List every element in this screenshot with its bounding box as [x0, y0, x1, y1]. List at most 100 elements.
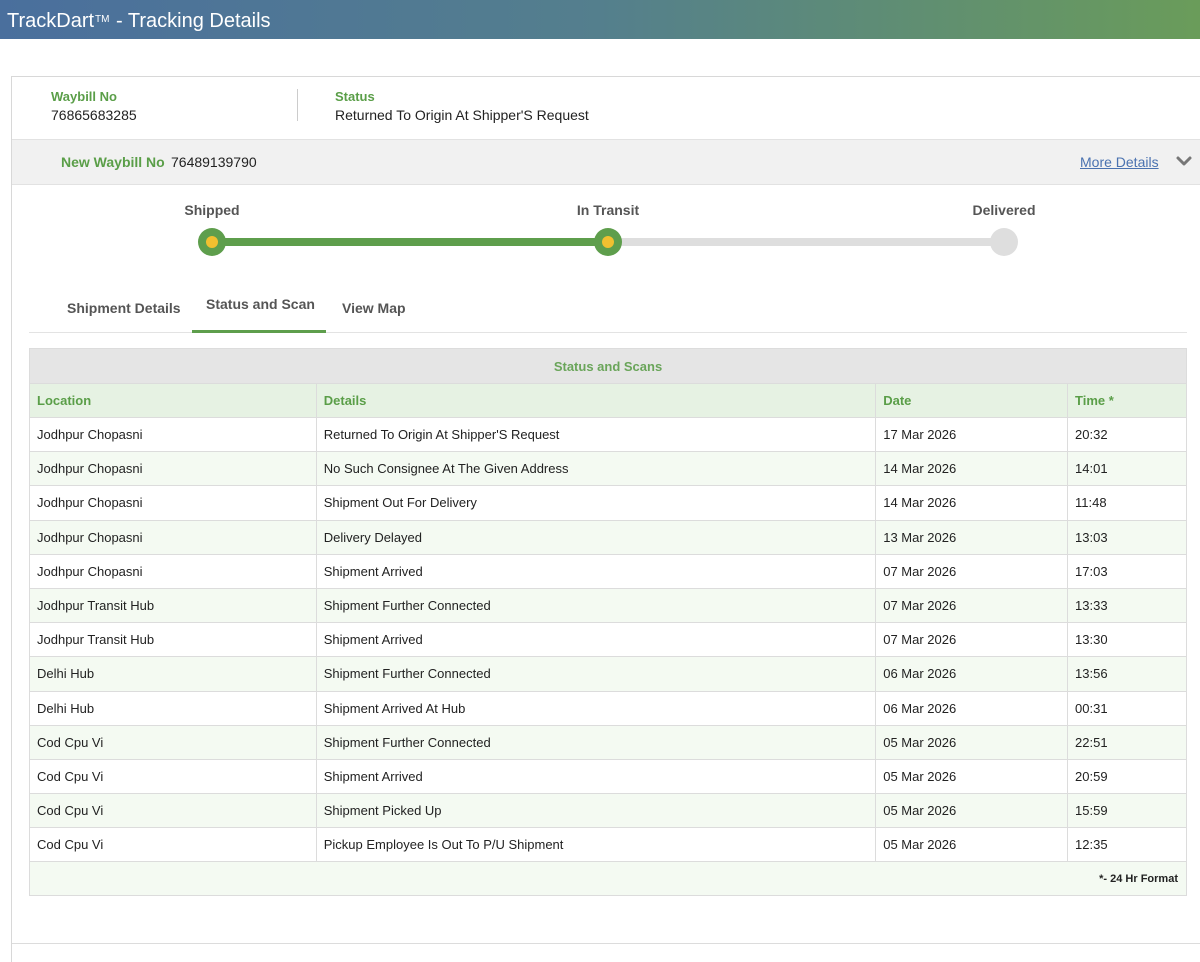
column-header-date: Date	[875, 383, 1069, 418]
cell-date: 07 Mar 2026	[875, 553, 1069, 589]
cell-location: Jodhpur Chopasni	[29, 519, 317, 555]
tracking-card: Waybill No 76865683285 Status Returned T…	[11, 76, 1200, 962]
cell-time: 22:51	[1067, 724, 1187, 760]
cell-date: 05 Mar 2026	[875, 724, 1069, 760]
cell-details: Shipment Arrived	[315, 553, 877, 589]
new-waybill-label: New Waybill No	[61, 154, 165, 170]
more-details-link[interactable]: More Details	[1080, 154, 1159, 170]
new-waybill-value: 76489139790	[171, 154, 257, 170]
cell-date: 14 Mar 2026	[875, 485, 1069, 521]
cell-details: Shipment Further Connected	[315, 656, 877, 692]
column-header-time: Time *	[1067, 383, 1187, 418]
column-header-location: Location	[29, 383, 317, 418]
table-row: Jodhpur Chopasni Shipment Out For Deliver…	[29, 485, 1187, 521]
table-footer-row: *- 24 Hr Format	[29, 861, 1187, 897]
cell-time: 13:56	[1067, 656, 1187, 692]
cell-date: 17 Mar 2026	[875, 416, 1069, 453]
table-row: Jodhpur Chopasni Delivery Delayed 13 Mar 2…	[29, 519, 1187, 555]
cell-time: 12:35	[1067, 827, 1187, 863]
cell-details: Shipment Further Connected	[315, 587, 877, 624]
cell-location: Cod Cpu Vi	[29, 758, 317, 795]
cell-time: 13:03	[1067, 519, 1187, 555]
cell-date: 07 Mar 2026	[875, 622, 1069, 658]
tab-view-map[interactable]: View Map	[327, 285, 427, 333]
cell-location: Cod Cpu Vi	[29, 793, 317, 829]
cell-details: Pickup Employee Is Out To P/U Shipment	[315, 827, 877, 863]
time-format-note: *- 24 Hr Format	[29, 861, 1187, 897]
app-title-bar: TrackDartTM - Tracking Details	[0, 0, 1200, 39]
cell-location: Jodhpur Chopasni	[29, 553, 317, 589]
cell-time: 11:48	[1067, 485, 1187, 521]
cell-date: 05 Mar 2026	[875, 827, 1069, 863]
cell-time: 00:31	[1067, 690, 1187, 726]
summary-row: Waybill No 76865683285 Status Returned T…	[12, 77, 1200, 139]
detail-tabs: Shipment Details Status and Scan View Ma…	[29, 285, 1187, 333]
status-block: Status Returned To Origin At Shipper'S R…	[335, 89, 589, 123]
status-scan-table: Status and Scans Location Details Date T…	[29, 348, 1187, 897]
cell-date: 14 Mar 2026	[875, 451, 1069, 487]
tab-shipment-details[interactable]: Shipment Details	[29, 285, 189, 333]
step-dot-delivered	[990, 228, 1018, 256]
waybill-value: 76865683285	[51, 107, 137, 123]
status-value: Returned To Origin At Shipper'S Request	[335, 107, 589, 123]
cell-location: Jodhpur Chopasni	[29, 451, 317, 487]
new-waybill-bar: New Waybill No 76489139790 More Details	[12, 139, 1200, 185]
progress-fill	[212, 238, 608, 246]
cell-date: 06 Mar 2026	[875, 690, 1069, 726]
cell-time: 13:30	[1067, 622, 1187, 658]
table-row: Cod Cpu Vi Shipment Picked Up 05 Mar 2026 1…	[29, 793, 1187, 829]
progress-tracker: Shipped In Transit Delivered	[12, 185, 1200, 285]
table-row: Delhi Hub Shipment Arrived At Hub 06 Mar 2…	[29, 690, 1187, 726]
table-row: Jodhpur Chopasni Shipment Arrived 07 Mar 2…	[29, 553, 1187, 589]
cell-date: 06 Mar 2026	[875, 656, 1069, 692]
table-row: Jodhpur Transit Hub Shipment Further Conn…	[29, 587, 1187, 624]
cell-time: 13:33	[1067, 587, 1187, 624]
cell-location: Jodhpur Chopasni	[29, 416, 317, 453]
table-body: Jodhpur Chopasni Returned To Origin At Sh…	[29, 416, 1187, 863]
cell-details: Shipment Arrived	[315, 622, 877, 658]
cell-location: Delhi Hub	[29, 656, 317, 692]
cell-location: Jodhpur Chopasni	[29, 485, 317, 521]
card-divider	[12, 943, 1200, 944]
tab-status-and-scan[interactable]: Status and Scan	[192, 285, 326, 333]
app-title-suffix: - Tracking Details	[110, 10, 271, 32]
cell-details: No Such Consignee At The Given Address	[315, 451, 877, 487]
table-header-row: Location Details Date Time *	[29, 383, 1187, 418]
step-label-shipped: Shipped	[184, 202, 240, 218]
step-dot-shipped	[198, 228, 226, 256]
table-row: Jodhpur Transit Hub Shipment Arrived 07 Ma…	[29, 622, 1187, 658]
table-row: Jodhpur Chopasni Returned To Origin At Sh…	[29, 416, 1187, 453]
cell-details: Shipment Arrived At Hub	[315, 690, 877, 726]
cell-details: Shipment Out For Delivery	[315, 485, 877, 521]
app-brand: TrackDart	[7, 10, 95, 32]
cell-location: Cod Cpu Vi	[29, 724, 317, 760]
cell-time: 17:03	[1067, 553, 1187, 589]
table-caption: Status and Scans	[29, 348, 1187, 384]
cell-details: Shipment Picked Up	[315, 793, 877, 829]
cell-location: Cod Cpu Vi	[29, 827, 317, 863]
step-label-delivered: Delivered	[972, 202, 1036, 218]
cell-location: Delhi Hub	[29, 690, 317, 726]
step-dot-in-transit	[594, 228, 622, 256]
cell-time: 15:59	[1067, 793, 1187, 829]
cell-time: 20:32	[1067, 416, 1187, 453]
table-caption-row: Status and Scans	[29, 348, 1187, 384]
cell-details: Shipment Arrived	[315, 758, 877, 795]
chevron-down-icon[interactable]	[1175, 152, 1193, 170]
cell-date: 13 Mar 2026	[875, 519, 1069, 555]
cell-date: 07 Mar 2026	[875, 587, 1069, 624]
table-row: Jodhpur Chopasni No Such Consignee At The…	[29, 451, 1187, 487]
summary-divider	[297, 89, 298, 121]
trademark-mark: TM	[95, 14, 110, 25]
cell-date: 05 Mar 2026	[875, 793, 1069, 829]
table-row: Cod Cpu Vi Shipment Further Connected 05 M…	[29, 724, 1187, 760]
cell-location: Jodhpur Transit Hub	[29, 622, 317, 658]
table-row: Cod Cpu Vi Pickup Employee Is Out To P/U …	[29, 827, 1187, 863]
step-label-in-transit: In Transit	[576, 202, 640, 218]
tab-label: Shipment Details	[67, 300, 181, 316]
status-label: Status	[335, 89, 375, 104]
cell-details: Delivery Delayed	[315, 519, 877, 555]
cell-date: 05 Mar 2026	[875, 758, 1069, 795]
waybill-label: Waybill No	[51, 89, 117, 104]
cell-location: Jodhpur Transit Hub	[29, 587, 317, 624]
